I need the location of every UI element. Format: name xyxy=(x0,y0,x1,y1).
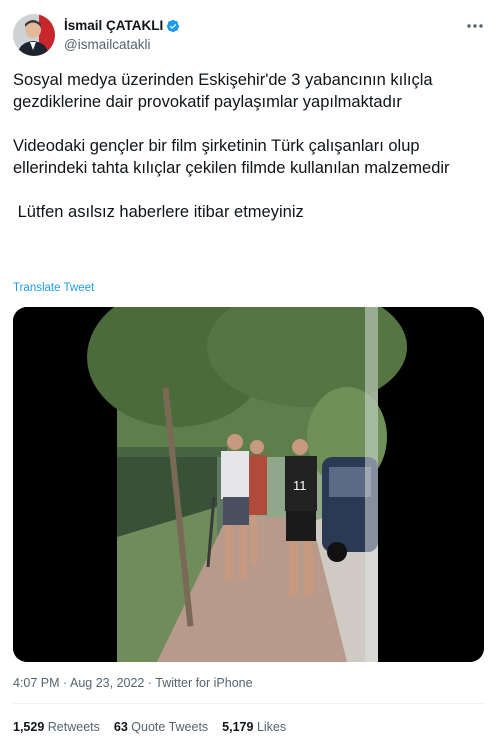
quote-tweets-count: 63 xyxy=(113,720,128,734)
tweet-source[interactable]: Twitter for iPhone xyxy=(155,676,252,690)
quote-tweets-label: Quote Tweets xyxy=(131,720,209,734)
tweet-text: Sosyal medya üzerinden Eskişehir'de 3 ya… xyxy=(13,69,473,223)
tweet-paragraph: Videodaki gençler bir film şirketinin Tü… xyxy=(13,137,450,177)
tweet-date[interactable]: Aug 23, 2022 xyxy=(70,676,144,690)
video-frame: 11 xyxy=(13,307,484,662)
tweet-paragraph: Lütfen asılsız haberlere itibar etmeyini… xyxy=(13,203,304,221)
tweet-paragraph: Sosyal medya üzerinden Eskişehir'de 3 ya… xyxy=(13,71,438,111)
divider xyxy=(13,703,485,704)
video-player[interactable]: 11 xyxy=(13,307,484,662)
meta-separator: · xyxy=(63,676,68,690)
avatar[interactable] xyxy=(13,14,55,56)
quote-tweets-stat[interactable]: 63 Quote Tweets xyxy=(114,720,208,734)
retweets-stat[interactable]: 1,529 Retweets xyxy=(13,720,100,734)
author-name[interactable]: İsmail ÇATAKLI xyxy=(64,18,163,33)
translate-tweet-link[interactable]: Translate Tweet xyxy=(13,282,94,294)
verified-badge-icon xyxy=(167,19,180,32)
tweet-time[interactable]: 4:07 PM xyxy=(13,676,60,690)
likes-stat[interactable]: 5,179 Likes xyxy=(222,720,286,734)
retweets-count: 1,529 xyxy=(13,720,45,734)
svg-text:11: 11 xyxy=(293,478,307,493)
likes-label: Likes xyxy=(256,720,287,734)
more-options-icon[interactable] xyxy=(465,18,485,34)
tweet-meta: 4:07 PM · Aug 23, 2022 · Twitter for iPh… xyxy=(13,676,253,690)
author-handle[interactable]: @ismailcatakli xyxy=(64,37,150,52)
retweets-label: Retweets xyxy=(47,720,100,734)
meta-separator: · xyxy=(147,676,153,690)
author-name-row[interactable]: İsmail ÇATAKLI xyxy=(64,18,180,33)
likes-count: 5,179 xyxy=(222,720,254,734)
tweet-stats: 1,529 Retweets 63 Quote Tweets 5,179 Lik… xyxy=(13,720,300,734)
tweet-header: İsmail ÇATAKLI @ismailcatakli xyxy=(13,12,485,60)
